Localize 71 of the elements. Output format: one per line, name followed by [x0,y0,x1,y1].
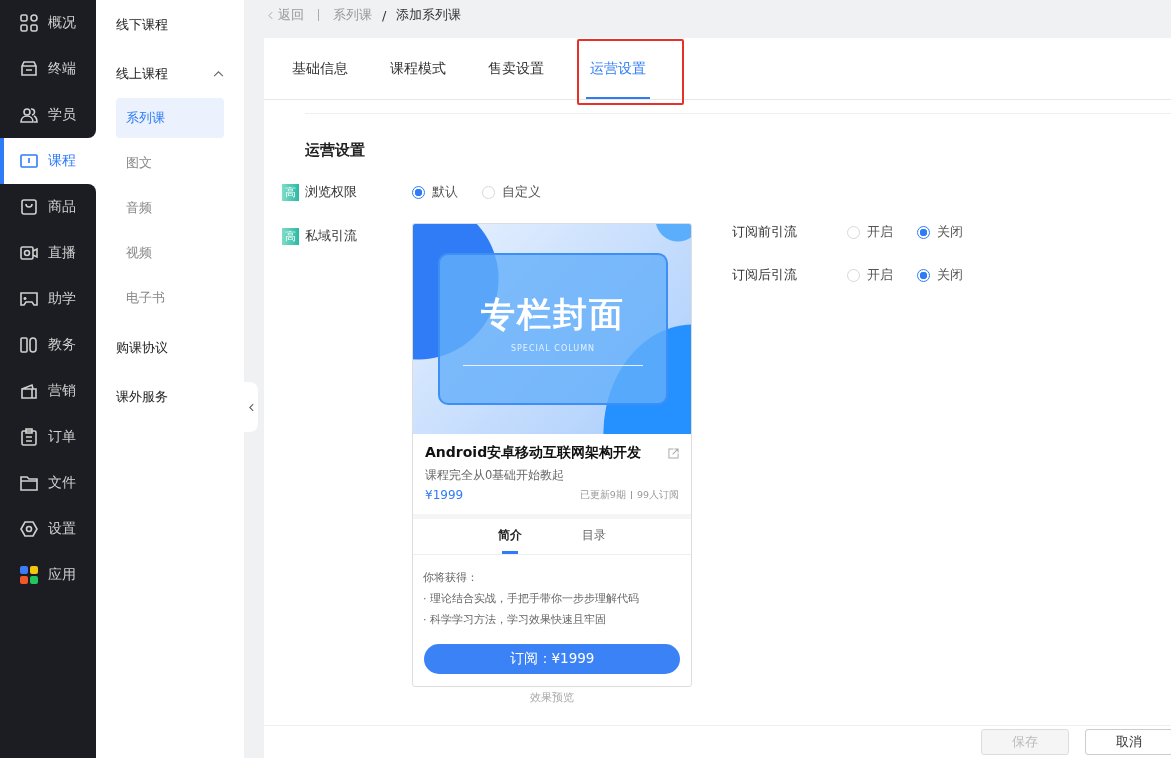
subnav-group[interactable]: 线上课程 [116,49,224,98]
tab[interactable]: 目录 [576,519,612,554]
price: ¥1999 [425,488,464,502]
section-title: 运营设置 [305,141,366,160]
footer-button[interactable]: 取消 [1085,729,1171,755]
course-subtitle: 课程完全从0基础开始教起 [425,468,566,483]
subnav-item[interactable]: 图文 [116,143,224,183]
radio-option[interactable]: 默认 [412,183,458,201]
setting-label: 订阅前引流 [732,223,798,241]
field-label: 私域引流 [305,227,357,245]
intro-heading: 你将获得： [423,570,479,586]
ticket-icon [20,382,38,400]
nav-item[interactable]: 应用 [0,552,96,598]
radio-option[interactable]: 关闭 [917,266,963,284]
preview-caption: 效果预览 [530,690,574,705]
subscriber-count: 99人订阅 [636,488,679,502]
breadcrumb-separator: / [382,7,387,23]
back-chevron-icon[interactable] [268,10,273,20]
nav-item[interactable]: 概况 [0,0,96,46]
subnav-item[interactable]: 系列课 [116,98,224,138]
nav-item[interactable]: 学员 [0,92,96,138]
tab[interactable]: 售卖设置 [488,38,544,99]
subscribe-button[interactable]: 订阅：¥1999 [424,644,680,674]
radio-option[interactable]: 关闭 [917,223,963,241]
subnav-group[interactable]: 课外服务 [116,372,224,421]
share-icon[interactable] [668,447,679,459]
cover-title: 专栏封面 [481,293,625,336]
radio-option[interactable]: 开启 [847,266,893,284]
nav-item[interactable]: 商品 [0,184,96,230]
video-camera-icon [20,244,38,262]
apps-icon [20,566,38,584]
nav-item[interactable]: 教务 [0,322,96,368]
grid-icon [20,14,38,32]
nav-item[interactable]: 营销 [0,368,96,414]
users-icon [20,106,38,124]
nav-item[interactable]: 设置 [0,506,96,552]
setting-label: 订阅后引流 [732,266,798,284]
book-icon [20,152,38,170]
store-icon [20,60,38,78]
tab[interactable]: 简介 [492,519,528,554]
subnav-item[interactable]: 音频 [116,188,224,228]
clipboard-icon [20,428,38,446]
update-count: 已更新9期 [579,488,626,502]
nav-item[interactable]: 订单 [0,414,96,460]
radio-option[interactable]: 自定义 [482,183,541,201]
radio-option[interactable]: 开启 [847,223,893,241]
nav-item[interactable]: 助学 [0,276,96,322]
collapse-handle[interactable] [244,382,258,432]
nav-item[interactable]: 终端 [0,46,96,92]
tab[interactable]: 运营设置 [586,38,650,99]
subnav-group[interactable]: 线下课程 [116,0,224,49]
folder-icon [20,474,38,492]
subnav-group[interactable]: 购课协议 [116,323,224,372]
breadcrumb-item: 添加系列课 [396,6,462,24]
tab[interactable]: 课程模式 [390,38,446,99]
columns-icon [20,336,38,354]
intro-bullet: · 理论结合实战，手把手带你一步步理解代码 [423,591,640,607]
subnav-item[interactable]: 电子书 [116,278,224,318]
field-label: 浏览权限 [305,183,357,201]
tab[interactable]: 基础信息 [292,38,348,99]
gamepad-icon [20,290,38,308]
nav-item[interactable]: 文件 [0,460,96,506]
nav-item[interactable]: 直播 [0,230,96,276]
premium-badge: 高 [282,227,299,245]
premium-badge: 高 [282,183,299,201]
intro-bullet: · 科学学习方法，学习效果快速且牢固 [423,612,607,628]
cover-subtitle: SPECIAL COLUMN [510,344,596,353]
course-title: Android安卓移动互联网架构开发 [425,444,642,462]
settings-icon [20,520,38,538]
bag-icon [20,198,38,216]
subnav-item[interactable]: 视频 [116,233,224,273]
